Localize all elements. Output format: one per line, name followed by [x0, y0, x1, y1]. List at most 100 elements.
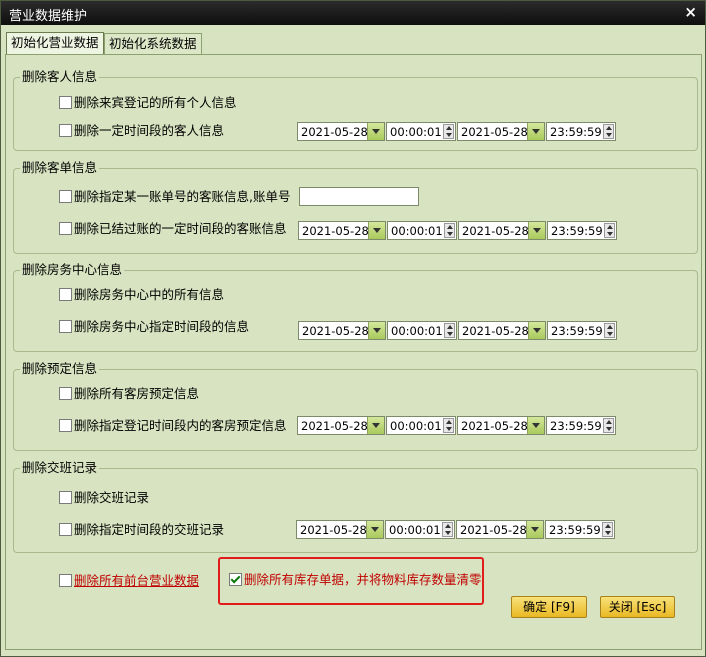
housekeeping-end-time[interactable]: 23:59:59 — [547, 321, 617, 340]
checkbox-delete-inventory-and-zero-stock[interactable]: 删除所有库存单据，并将物料库存数量清零 — [229, 572, 482, 588]
spinner-icon[interactable] — [604, 323, 615, 338]
date-value: 2021-05-28 — [300, 523, 367, 537]
checkbox-label: 删除指定某一账单号的客账信息,账单号 — [74, 189, 291, 204]
chevron-down-icon[interactable] — [528, 222, 545, 239]
reservation-end-time[interactable]: 23:59:59 — [546, 416, 616, 435]
checkbox-box[interactable] — [229, 573, 242, 586]
checkbox-label: 删除所有前台营业数据 — [74, 573, 200, 588]
shift-start-time[interactable]: 00:00:01 — [385, 520, 455, 539]
group-guest-legend: 删除客人信息 — [20, 69, 100, 85]
close-icon[interactable]: × — [684, 3, 697, 21]
checkbox-delete-settled-bills-by-period[interactable]: 删除已结过账的一定时间段的客账信息 — [59, 221, 287, 237]
checkbox-box[interactable] — [59, 222, 72, 235]
chevron-down-icon[interactable] — [527, 123, 544, 140]
bill-number-input[interactable] — [299, 187, 419, 206]
date-value: 2021-05-28 — [302, 324, 369, 338]
checkbox-delete-all-shift-records[interactable]: 删除交班记录 — [59, 490, 149, 506]
shift-start-date[interactable]: 2021-05-28 — [296, 520, 384, 539]
housekeeping-start-time[interactable]: 00:00:01 — [387, 321, 457, 340]
date-value: 2021-05-28 — [461, 419, 528, 433]
checkbox-delete-shift-records-by-period[interactable]: 删除指定时间段的交班记录 — [59, 522, 224, 538]
chevron-down-icon[interactable] — [366, 521, 383, 538]
checkbox-box[interactable] — [59, 96, 72, 109]
spinner-icon[interactable] — [443, 418, 454, 433]
group-shift-legend: 删除交班记录 — [20, 460, 100, 476]
spinner-icon[interactable] — [444, 323, 455, 338]
reservation-start-time[interactable]: 00:00:01 — [386, 416, 456, 435]
spinner-icon[interactable] — [603, 418, 614, 433]
group-reservation-info: 删除预定信息 — [13, 361, 698, 451]
bill-start-date[interactable]: 2021-05-28 — [298, 221, 386, 240]
time-value: 00:00:01 — [390, 419, 442, 433]
chevron-down-icon[interactable] — [527, 417, 544, 434]
tab-init-business-data[interactable]: 初始化营业数据 — [6, 32, 104, 55]
checkbox-delete-all-housekeeping[interactable]: 删除房务中心中的所有信息 — [59, 287, 224, 303]
bill-end-date[interactable]: 2021-05-28 — [458, 221, 546, 240]
confirm-button[interactable]: 确定 [F9] — [511, 596, 587, 618]
checkbox-box[interactable] — [59, 124, 72, 137]
checkbox-box[interactable] — [59, 491, 72, 504]
guest-start-time[interactable]: 00:00:01 — [386, 122, 456, 141]
guest-end-time[interactable]: 23:59:59 — [546, 122, 616, 141]
housekeeping-start-date[interactable]: 2021-05-28 — [298, 321, 386, 340]
checkbox-label: 删除来宾登记的所有个人信息 — [74, 95, 237, 110]
close-button[interactable]: 关闭 [Esc] — [600, 596, 675, 618]
checkbox-delete-all-reservations[interactable]: 删除所有客房预定信息 — [59, 386, 199, 402]
bill-end-time[interactable]: 23:59:59 — [547, 221, 617, 240]
shift-end-date[interactable]: 2021-05-28 — [456, 520, 544, 539]
date-value: 2021-05-28 — [460, 523, 527, 537]
group-bill-legend: 删除客单信息 — [20, 160, 100, 176]
spinner-icon[interactable] — [603, 124, 614, 139]
checkbox-delete-guest-by-period[interactable]: 删除一定时间段的客人信息 — [59, 123, 224, 139]
checkbox-box[interactable] — [59, 419, 72, 432]
date-value: 2021-05-28 — [462, 224, 529, 238]
guest-start-date[interactable]: 2021-05-28 — [297, 122, 385, 141]
group-housekeeping-legend: 删除房务中心信息 — [20, 262, 125, 278]
checkbox-box[interactable] — [59, 320, 72, 333]
chevron-down-icon[interactable] — [526, 521, 543, 538]
spinner-icon[interactable] — [604, 223, 615, 238]
chevron-down-icon[interactable] — [367, 417, 384, 434]
chevron-down-icon[interactable] — [528, 322, 545, 339]
housekeeping-end-date[interactable]: 2021-05-28 — [458, 321, 546, 340]
chevron-down-icon[interactable] — [367, 123, 384, 140]
reservation-end-date[interactable]: 2021-05-28 — [457, 416, 545, 435]
checkbox-box[interactable] — [59, 523, 72, 536]
bill-start-time[interactable]: 00:00:01 — [387, 221, 457, 240]
chevron-down-icon[interactable] — [368, 222, 385, 239]
time-value: 00:00:01 — [391, 224, 443, 238]
checkbox-label: 删除指定时间段的交班记录 — [74, 522, 225, 537]
spinner-icon[interactable] — [602, 522, 613, 537]
time-value: 23:59:59 — [550, 419, 602, 433]
checkbox-label: 删除已结过账的一定时间段的客账信息 — [74, 221, 287, 236]
checkbox-box[interactable] — [59, 574, 72, 587]
checkbox-delete-all-guest-info[interactable]: 删除来宾登记的所有个人信息 — [59, 95, 237, 111]
checkbox-box[interactable] — [59, 288, 72, 301]
checkbox-delete-bill-by-number[interactable]: 删除指定某一账单号的客账信息,账单号 — [59, 189, 290, 205]
checkbox-delete-housekeeping-by-period[interactable]: 删除房务中心指定时间段的信息 — [59, 319, 249, 335]
guest-end-date[interactable]: 2021-05-28 — [457, 122, 545, 141]
date-value: 2021-05-28 — [461, 125, 528, 139]
checkbox-delete-all-frontdesk-data[interactable]: 删除所有前台营业数据 — [59, 573, 199, 589]
checkbox-label: 删除指定登记时间段内的客房预定信息 — [74, 418, 287, 433]
time-value: 00:00:01 — [390, 125, 442, 139]
date-value: 2021-05-28 — [302, 224, 369, 238]
checkbox-label: 删除所有库存单据，并将物料库存数量清零 — [244, 572, 482, 587]
dialog-window: 营业数据维护 × 初始化营业数据 初始化系统数据 删除客人信息 删除来宾登记的所… — [0, 0, 706, 657]
checkbox-label: 删除一定时间段的客人信息 — [74, 123, 225, 138]
shift-end-time[interactable]: 23:59:59 — [545, 520, 615, 539]
checkbox-box[interactable] — [59, 387, 72, 400]
checkbox-box[interactable] — [59, 190, 72, 203]
title-bar: 营业数据维护 × — [1, 1, 705, 25]
spinner-icon[interactable] — [444, 223, 455, 238]
checkbox-delete-reservations-by-period[interactable]: 删除指定登记时间段内的客房预定信息 — [59, 418, 287, 434]
time-value: 23:59:59 — [550, 125, 602, 139]
tab-init-system-data[interactable]: 初始化系统数据 — [104, 33, 202, 54]
checkbox-label: 删除房务中心中的所有信息 — [74, 287, 225, 302]
spinner-icon[interactable] — [443, 124, 454, 139]
group-bill-info: 删除客单信息 — [13, 160, 698, 254]
reservation-start-date[interactable]: 2021-05-28 — [297, 416, 385, 435]
time-value: 23:59:59 — [551, 324, 603, 338]
spinner-icon[interactable] — [442, 522, 453, 537]
chevron-down-icon[interactable] — [368, 322, 385, 339]
